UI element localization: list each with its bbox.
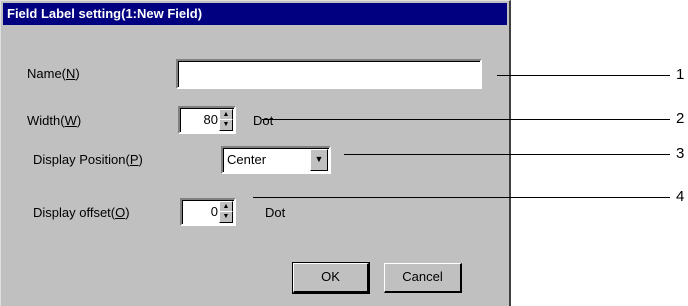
offset-spin-buttons: ▲ ▼ [219, 201, 233, 223]
name-label-mnemonic: N [66, 66, 76, 81]
position-select[interactable]: Center ▼ [221, 146, 331, 174]
offset-value: 0 [210, 204, 218, 219]
width-value: 80 [203, 112, 218, 127]
width-spin-down-icon[interactable]: ▼ [219, 119, 233, 131]
width-label-end: ) [76, 113, 82, 128]
width-label-text: Width( [27, 113, 65, 128]
width-label-mnemonic: W [64, 113, 77, 128]
callout-line-3 [344, 154, 670, 155]
ok-button[interactable]: OK [292, 262, 370, 294]
chevron-down-icon[interactable]: ▼ [310, 149, 328, 171]
position-label-text: Display Position( [33, 152, 130, 167]
offset-label: Display offset(O) [33, 205, 130, 220]
offset-label-mnemonic: O [115, 205, 126, 220]
name-input[interactable] [176, 59, 482, 89]
dialog-title: Field Label setting(1:New Field) [3, 3, 507, 25]
name-label-text: Name( [27, 66, 67, 81]
position-selected-value: Center [227, 152, 267, 167]
offset-label-end: ) [125, 205, 130, 220]
offset-spinner[interactable]: 0 ▲ ▼ [180, 198, 236, 226]
width-label: Width(W) [27, 113, 81, 128]
callout-3: 3 [676, 145, 685, 162]
callout-line-4 [253, 197, 670, 198]
width-unit: Dot [253, 113, 274, 128]
width-spinner[interactable]: 80 ▲ ▼ [178, 106, 236, 134]
position-label: Display Position(P) [33, 152, 143, 167]
offset-unit: Dot [265, 205, 286, 220]
position-label-mnemonic: P [129, 152, 139, 167]
width-spin-buttons: ▲ ▼ [219, 109, 233, 131]
offset-spin-down-icon[interactable]: ▼ [219, 211, 233, 223]
name-label: Name(N) [27, 66, 80, 81]
name-label-end: ) [75, 66, 80, 81]
callout-line-1 [497, 75, 670, 76]
offset-label-text: Display offset( [33, 205, 116, 220]
callout-4: 4 [676, 188, 685, 205]
callout-1: 1 [676, 66, 685, 83]
cancel-button[interactable]: Cancel [384, 263, 462, 293]
position-label-end: ) [138, 152, 143, 167]
field-label-dialog: Field Label setting(1:New Field) Name(N)… [0, 0, 511, 306]
callout-line-2 [262, 119, 670, 120]
callout-2: 2 [676, 110, 685, 127]
